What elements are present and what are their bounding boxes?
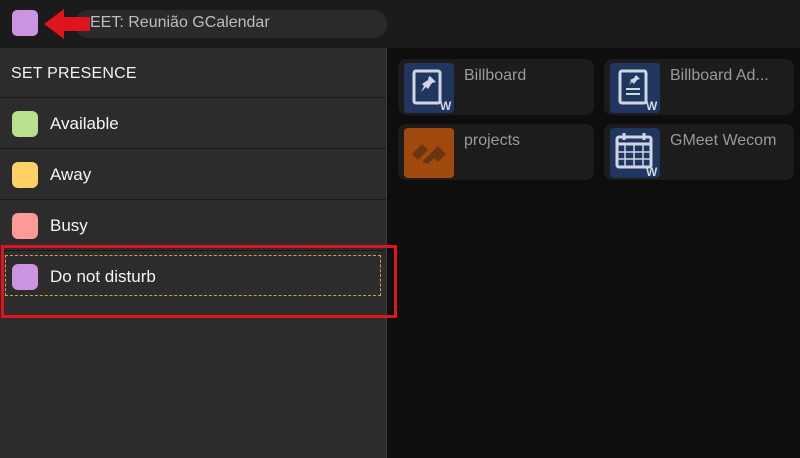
- projects-icon: [404, 128, 454, 178]
- set-presence-panel: SET PRESENCE Available Away Busy Do not …: [0, 48, 387, 458]
- svg-text:W: W: [440, 99, 452, 113]
- presence-option-away[interactable]: Away: [0, 148, 386, 199]
- billboard-admin-icon: W: [610, 63, 660, 113]
- tile-billboard-admin[interactable]: W Billboard Ad...: [604, 59, 794, 115]
- tile-projects[interactable]: projects: [398, 124, 594, 180]
- tile-label: projects: [464, 132, 521, 149]
- svg-text:W: W: [646, 99, 658, 113]
- presence-status-button[interactable]: [12, 10, 38, 36]
- tile-label: GMeet Wecom: [670, 132, 777, 149]
- presence-option-label: Do not disturb: [50, 267, 156, 286]
- presence-option-busy[interactable]: Busy: [0, 199, 386, 250]
- red-arrow-left-icon: [44, 9, 90, 39]
- presence-option-label: Away: [50, 165, 92, 184]
- tile-label: Billboard Ad...: [670, 67, 769, 84]
- meeting-title: EET: Reunião GCalendar: [90, 14, 270, 31]
- available-color-swatch: [12, 111, 38, 137]
- top-bar: EET: Reunião GCalendar: [0, 0, 800, 48]
- do-not-disturb-color-swatch: [12, 264, 38, 290]
- tile-label: Billboard: [464, 67, 527, 84]
- away-color-swatch: [12, 162, 38, 188]
- svg-text:W: W: [646, 165, 658, 178]
- panel-title: SET PRESENCE: [11, 65, 137, 82]
- tile-billboard[interactable]: W Billboard: [398, 59, 594, 115]
- busy-color-swatch: [12, 213, 38, 239]
- presence-option-do-not-disturb[interactable]: Do not disturb: [0, 250, 386, 301]
- calendar-icon: W: [610, 128, 660, 179]
- presence-option-label: Available: [50, 114, 119, 133]
- presence-option-available[interactable]: Available: [0, 97, 386, 148]
- billboard-icon: W: [404, 63, 454, 113]
- presence-option-label: Busy: [50, 216, 88, 235]
- tile-gmeet-wecom[interactable]: W GMeet Wecom: [604, 124, 794, 180]
